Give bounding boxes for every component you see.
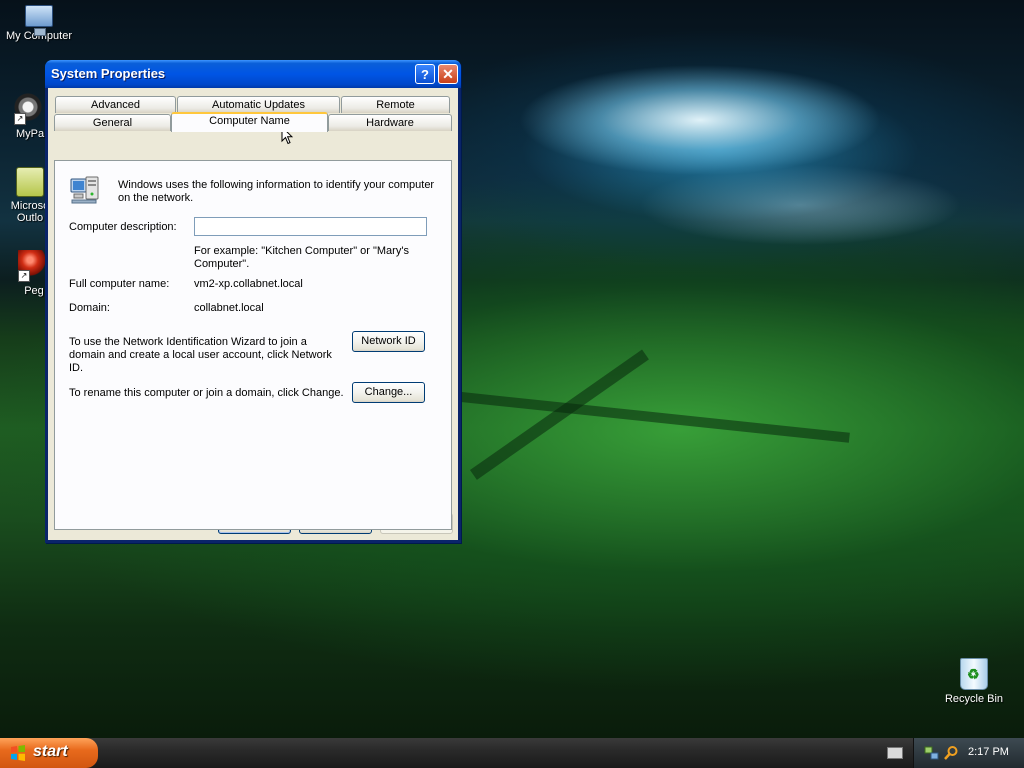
dialog-title: System Properties (51, 66, 166, 81)
dialog-client-area: Advanced Automatic Updates Remote Genera… (48, 88, 458, 540)
recycle-bin-icon: ♻ (960, 658, 988, 690)
start-button[interactable]: start (0, 738, 98, 768)
full-computer-name-label: Full computer name: (69, 278, 170, 290)
clock[interactable]: 2:17 PM (968, 746, 1009, 758)
computer-name-panel: Windows uses the following information t… (54, 160, 452, 530)
question-mark-icon: ? (421, 67, 429, 82)
mypa-icon: ↗ (14, 93, 46, 125)
tab-general[interactable]: General (54, 114, 171, 131)
network-computer-icon (70, 176, 99, 204)
tab-automatic-updates[interactable]: Automatic Updates (177, 96, 340, 113)
tab-label: Automatic Updates (212, 99, 305, 111)
rename-text: To rename this computer or join a domain… (69, 387, 344, 399)
computer-description-input[interactable] (194, 217, 427, 236)
outlook-icon (16, 167, 44, 197)
tab-hardware[interactable]: Hardware (328, 114, 452, 131)
system-tray: 2:17 PM (913, 738, 1024, 768)
system-properties-dialog: System Properties ? ✕ Advanced Automatic… (45, 60, 461, 543)
tab-label: Advanced (91, 99, 140, 111)
domain-value: collabnet.local (194, 302, 264, 314)
my-computer-icon (25, 5, 53, 36)
network-id-text-line3: ID. (69, 362, 84, 374)
tab-advanced[interactable]: Advanced (55, 96, 176, 113)
domain-label: Domain: (69, 302, 110, 314)
desktop-icon-recycle-bin[interactable]: ♻ Recycle Bin (935, 658, 1013, 705)
tab-remote[interactable]: Remote (341, 96, 450, 113)
tab-computer-name[interactable]: Computer Name (171, 112, 328, 132)
network-id-text: To use the Network Identification Wizard… (69, 336, 307, 348)
desktop-icon-label: Recycle Bin (944, 693, 1004, 705)
close-icon: ✕ (442, 66, 454, 82)
example-text-line2: Computer". (194, 258, 250, 270)
windows-logo-icon (11, 745, 25, 761)
search-icon[interactable] (943, 745, 959, 761)
network-id-button[interactable]: Network ID (352, 331, 425, 352)
shortcut-arrow-icon: ↗ (14, 113, 26, 125)
desktop-icon-my-computer[interactable]: My Computer (0, 3, 78, 42)
full-computer-name-value: vm2-xp.collabnet.local (194, 278, 303, 290)
example-text: For example: "Kitchen Computer" or "Mary… (194, 245, 409, 257)
tab-label: Computer Name (209, 115, 290, 127)
change-button[interactable]: Change... (352, 382, 425, 403)
shortcut-arrow-icon: ↗ (18, 270, 30, 282)
taskbar: start 2:17 PM (0, 738, 1024, 768)
tab-label: Remote (376, 99, 415, 111)
help-button[interactable]: ? (415, 64, 435, 84)
keyboard-icon[interactable] (887, 747, 903, 759)
tab-label: General (92, 117, 133, 129)
intro-text-line2: on the network. (118, 192, 194, 204)
network-id-text-line2: domain and create a local user account, … (69, 349, 332, 361)
start-label: start (33, 743, 68, 760)
intro-text: Windows uses the following information t… (118, 179, 435, 191)
network-tray-icon[interactable] (924, 745, 940, 761)
close-button[interactable]: ✕ (438, 64, 458, 84)
computer-description-label: Computer description: (69, 221, 177, 233)
tab-label: Hardware (366, 117, 414, 129)
title-bar[interactable]: System Properties ? ✕ (45, 60, 461, 88)
